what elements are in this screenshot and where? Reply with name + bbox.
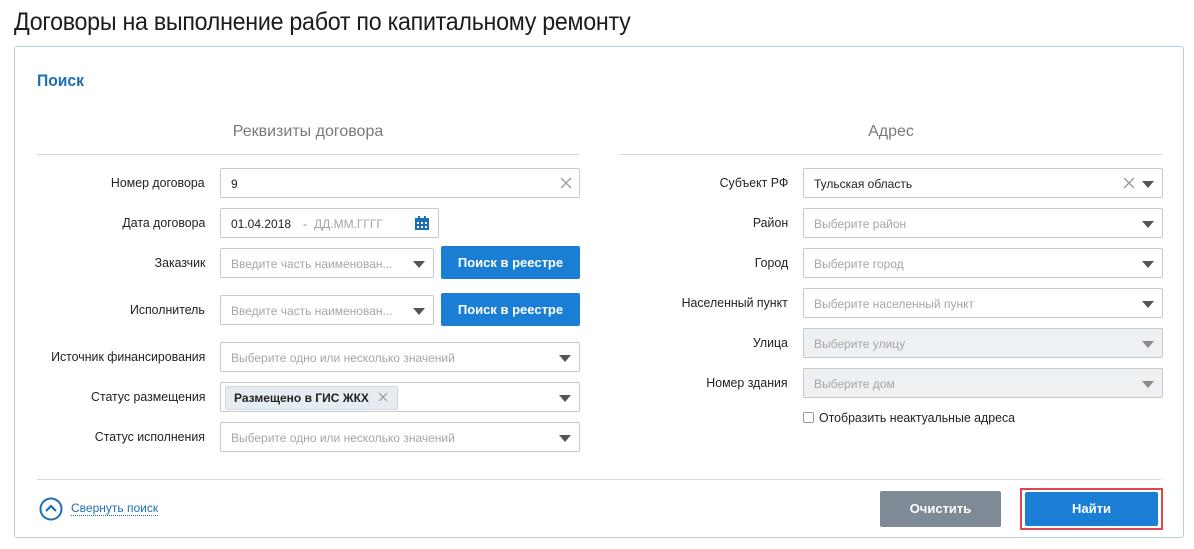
contract-date-range[interactable]: 01.04.2018 - ДД.ММ.ГГГГ xyxy=(220,208,439,238)
chevron-up-circle-icon[interactable] xyxy=(39,497,63,521)
chevron-down-icon xyxy=(1142,261,1154,268)
placement-status-select[interactable]: Размещено в ГИС ЖКХ xyxy=(220,382,580,412)
chevron-down-icon xyxy=(559,435,571,442)
collapse-search-link[interactable]: Свернуть поиск xyxy=(71,501,159,516)
contract-section-title: Реквизиты договора xyxy=(232,123,384,140)
city-label: Город xyxy=(754,255,788,270)
city-select[interactable]: Выберите город xyxy=(803,248,1163,278)
execution-status-select[interactable]: Выберите одно или несколько значений xyxy=(220,422,580,452)
settlement-select[interactable]: Выберите населенный пункт xyxy=(803,288,1163,318)
contract-number-label: Номер договора xyxy=(111,175,205,190)
chevron-down-icon xyxy=(559,395,571,402)
chevron-down-icon xyxy=(1142,341,1154,348)
customer-registry-search-button[interactable]: Поиск в реестре xyxy=(441,246,580,279)
address-section-title: Адрес xyxy=(868,123,914,140)
district-select[interactable]: Выберите район xyxy=(803,208,1163,238)
funding-source-label: Источник финансирования xyxy=(50,349,205,364)
subject-select[interactable]: Тульская область xyxy=(803,168,1163,198)
clear-x-icon[interactable] xyxy=(559,176,573,190)
find-button[interactable]: Найти xyxy=(1025,492,1158,526)
chevron-down-icon xyxy=(1142,301,1154,308)
district-label: Район xyxy=(752,215,788,230)
executor-label: Исполнитель xyxy=(130,302,205,317)
subject-value: Тульская область xyxy=(814,177,913,191)
city-placeholder: Выберите город xyxy=(814,257,904,271)
chevron-down-icon xyxy=(1142,181,1154,188)
street-label: Улица xyxy=(752,335,788,350)
executor-placeholder: Введите часть наименован... xyxy=(231,304,393,318)
chevron-down-icon xyxy=(559,355,571,362)
subject-label: Субъект РФ xyxy=(719,175,788,190)
clear-x-icon[interactable] xyxy=(1122,176,1136,190)
contract-section-divider xyxy=(37,154,579,155)
settlement-label: Населенный пункт xyxy=(681,295,788,310)
chevron-down-icon xyxy=(1142,221,1154,228)
contract-date-separator: - xyxy=(303,217,307,231)
customer-placeholder: Введите часть наименован... xyxy=(231,257,393,271)
building-placeholder: Выберите дом xyxy=(814,377,895,391)
contract-date-from-value: 01.04.2018 xyxy=(231,217,292,231)
street-placeholder: Выберите улицу xyxy=(814,337,906,351)
search-panel-title: Поиск xyxy=(37,71,84,90)
district-placeholder: Выберите район xyxy=(814,217,907,231)
placement-status-chip: Размещено в ГИС ЖКХ xyxy=(225,386,398,410)
chevron-down-icon xyxy=(413,308,425,315)
executor-select[interactable]: Введите часть наименован... xyxy=(220,295,434,325)
page-title: Договоры на выполнение работ по капиталь… xyxy=(14,8,631,36)
settlement-placeholder: Выберите населенный пункт xyxy=(814,297,974,311)
chip-remove-icon[interactable] xyxy=(377,391,389,403)
footer-divider xyxy=(37,479,1161,480)
chevron-down-icon xyxy=(413,261,425,268)
funding-source-select[interactable]: Выберите одно или несколько значений xyxy=(220,342,580,372)
placement-status-label: Статус размещения xyxy=(90,389,205,404)
clear-button[interactable]: Очистить xyxy=(880,491,1001,527)
execution-status-label: Статус исполнения xyxy=(94,429,205,444)
contract-date-label: Дата договора xyxy=(122,215,205,230)
calendar-icon[interactable] xyxy=(414,215,430,231)
search-panel: Поиск Реквизиты договора Номер договора … xyxy=(14,46,1184,538)
funding-source-placeholder: Выберите одно или несколько значений xyxy=(231,351,455,365)
contract-date-to-placeholder: ДД.ММ.ГГГГ xyxy=(314,217,383,231)
building-label: Номер здания xyxy=(706,375,788,390)
street-select[interactable]: Выберите улицу xyxy=(803,328,1163,358)
customer-select[interactable]: Введите часть наименован... xyxy=(220,248,434,278)
execution-status-placeholder: Выберите одно или несколько значений xyxy=(231,431,455,445)
show-outdated-label: Отобразить неактуальные адреса xyxy=(819,410,1016,425)
chevron-down-icon xyxy=(1142,381,1154,388)
address-section-divider xyxy=(620,154,1162,155)
executor-registry-search-button[interactable]: Поиск в реестре xyxy=(441,293,580,326)
contract-number-value: 9 xyxy=(231,177,238,191)
show-outdated-checkbox[interactable] xyxy=(803,412,814,423)
building-select[interactable]: Выберите дом xyxy=(803,368,1163,398)
contract-number-input[interactable]: 9 xyxy=(220,168,580,198)
placement-status-chip-label: Размещено в ГИС ЖКХ xyxy=(234,391,369,405)
customer-label: Заказчик xyxy=(154,255,205,270)
